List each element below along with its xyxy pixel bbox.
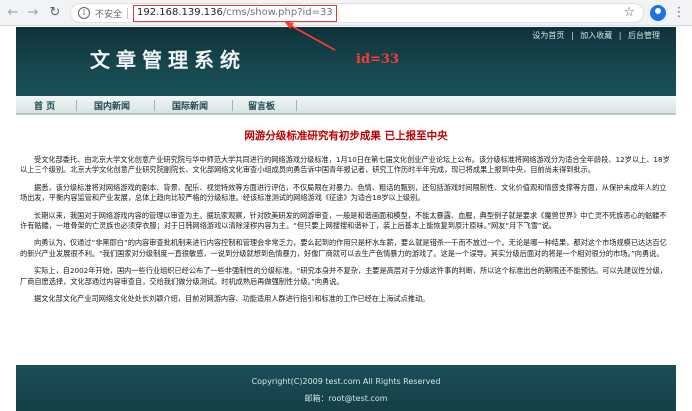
nav-divider	[232, 100, 233, 111]
nav-guestbook[interactable]: 留言板	[248, 99, 275, 112]
nav-international-news[interactable]: 国际新闻	[172, 99, 208, 112]
top-links: 设为首页 | 加入收藏 | 后台管理	[530, 30, 662, 41]
toplink-divider: |	[570, 31, 574, 40]
reload-icon[interactable]: ↻	[46, 4, 64, 22]
bookmark-star-icon[interactable]: ☆	[623, 5, 635, 20]
article-paragraph: 据悉，该分级标准将对网络游戏的剧本、背景、配乐、视觉特效等方面进行评估，不仅局限…	[20, 182, 667, 203]
article-body: 受文化部委托、由北京大学文化创意产业研究院与华中师范大学共同进行的网络游戏分级标…	[20, 155, 672, 311]
set-homepage-link[interactable]: 设为首页	[532, 31, 564, 40]
add-favorite-link[interactable]: 加入收藏	[580, 31, 612, 40]
article-paragraph: 向勇认为，仅通过“非黑即白”的内容审查批机制来进行内容控制和管理会非常乏力，要么…	[20, 238, 667, 258]
article-paragraph: 受文化部委托、由北京大学文化创意产业研究院与华中师范大学共同进行的网络游戏分级标…	[20, 155, 670, 175]
insecure-label: 不安全	[95, 10, 123, 20]
info-icon[interactable]: i	[78, 7, 90, 19]
footer-email: 邮箱：root@test.com	[304, 394, 388, 403]
url-highlight-box[interactable]: 192.168.139.136/cms/show.php?id=33	[133, 5, 337, 22]
annotation-label: id=33	[356, 52, 400, 67]
article-title: 网游分级标准研究有初步成果 已上报至中央	[244, 130, 448, 142]
article-paragraph: 据文化部文化产业司网络文化处处长刘颖介绍，目前对网游内容、功能适用人群进行指引和…	[34, 294, 430, 304]
nav-divider	[76, 100, 77, 111]
nav-home[interactable]: 首 页	[34, 99, 55, 112]
site-header: 设为首页 | 加入收藏 | 后台管理 文章管理系统 id=33	[16, 27, 676, 96]
nav-domestic-news[interactable]: 国内新闻	[94, 99, 130, 112]
forward-arrow-icon[interactable]: →	[24, 4, 42, 22]
site-logo: 文章管理系统	[90, 48, 246, 72]
nav-divider	[296, 100, 297, 111]
article-paragraph: 实际上，自2002年开始，国内一些行业组织已经公布了一些非强制性的分级标准。“研…	[20, 266, 667, 286]
more-menu-icon[interactable]: ⋮	[672, 4, 686, 22]
main-nav: 首 页 国内新闻 国际新闻 留言板	[16, 96, 676, 115]
admin-link[interactable]: 后台管理	[628, 31, 660, 40]
address-separator	[127, 8, 128, 19]
url-host: 192.168.139.136	[137, 7, 223, 18]
site-container: 设为首页 | 加入收藏 | 后台管理 文章管理系统 id=33 首 页 国内新闻…	[16, 27, 676, 411]
profile-avatar-icon[interactable]	[650, 5, 666, 21]
nav-divider	[154, 100, 155, 111]
page-viewport: 设为首页 | 加入收藏 | 后台管理 文章管理系统 id=33 首 页 国内新闻…	[0, 27, 692, 411]
site-footer: Copyright(C)2009 test.com All Rights Res…	[16, 365, 676, 411]
browser-toolbar: ← → ↻ i 不安全 192.168.139.136/cms/show.php…	[0, 0, 692, 26]
address-bar[interactable]: i 不安全 192.168.139.136/cms/show.php?id=33…	[70, 3, 644, 23]
back-arrow-icon[interactable]: ←	[4, 4, 22, 22]
toplink-divider: |	[618, 31, 622, 40]
footer-copyright: Copyright(C)2009 test.com All Rights Res…	[251, 377, 441, 386]
url-path: /cms/show.php?id=33	[222, 7, 333, 18]
article-paragraph: 长期以来，我国对于网络游戏内容的管理以审查为主。据玩家观察，针对欧美研发的网游审…	[20, 210, 667, 231]
